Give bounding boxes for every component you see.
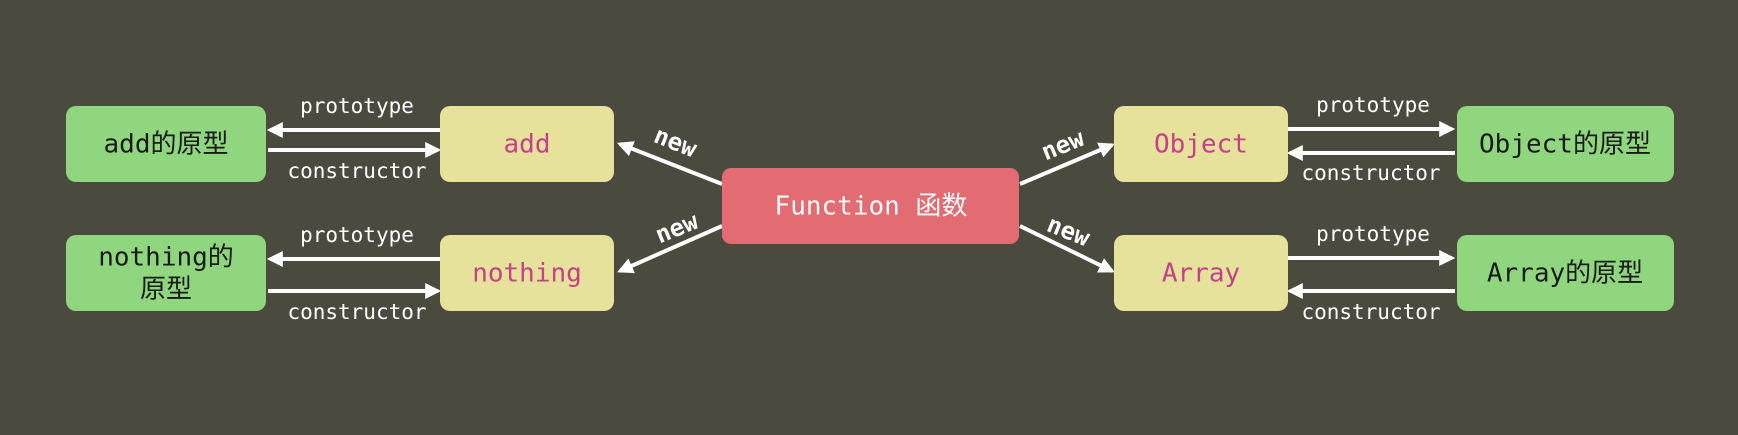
object-node-label: Object (1154, 130, 1248, 160)
nothing-node: nothing (440, 235, 614, 311)
nothing-prototype-node: nothing的 原型 (66, 235, 266, 311)
constructor-label-array: constructor (1301, 300, 1440, 324)
add-prototype-label: add的原型 (104, 130, 229, 160)
object-prototype-label: Object的原型 (1479, 130, 1651, 160)
prototype-label-nothing: prototype (300, 223, 414, 247)
array-prototype-node: Array的原型 (1457, 235, 1674, 311)
array-prototype-label: Array的原型 (1487, 259, 1643, 289)
prototype-diagram: new new new new prototype constructor pr… (66, 93, 1674, 324)
new-label-nothing: new (651, 207, 702, 249)
constructor-label-nothing: constructor (287, 300, 426, 324)
nothing-node-label: nothing (472, 259, 582, 289)
function-node: Function 函数 (722, 168, 1019, 244)
add-node-label: add (504, 130, 551, 160)
object-prototype-node: Object的原型 (1457, 106, 1674, 182)
prototype-label-array: prototype (1316, 222, 1430, 246)
constructor-label-object: constructor (1301, 161, 1440, 185)
constructor-label-add: constructor (287, 159, 426, 183)
nothing-prototype-label-line1: nothing的 (98, 243, 234, 273)
prototype-label-object: prototype (1316, 93, 1430, 117)
new-label-array: new (1043, 210, 1094, 252)
add-prototype-node: add的原型 (66, 106, 266, 182)
nothing-prototype-label-line2: 原型 (140, 275, 192, 305)
object-node: Object (1114, 106, 1288, 182)
array-node: Array (1114, 235, 1288, 311)
add-node: add (440, 106, 614, 182)
array-node-label: Array (1162, 259, 1240, 289)
prototype-label-add: prototype (300, 94, 414, 118)
diagram-canvas: new new new new prototype constructor pr… (0, 0, 1738, 435)
function-node-label: Function 函数 (775, 192, 968, 222)
